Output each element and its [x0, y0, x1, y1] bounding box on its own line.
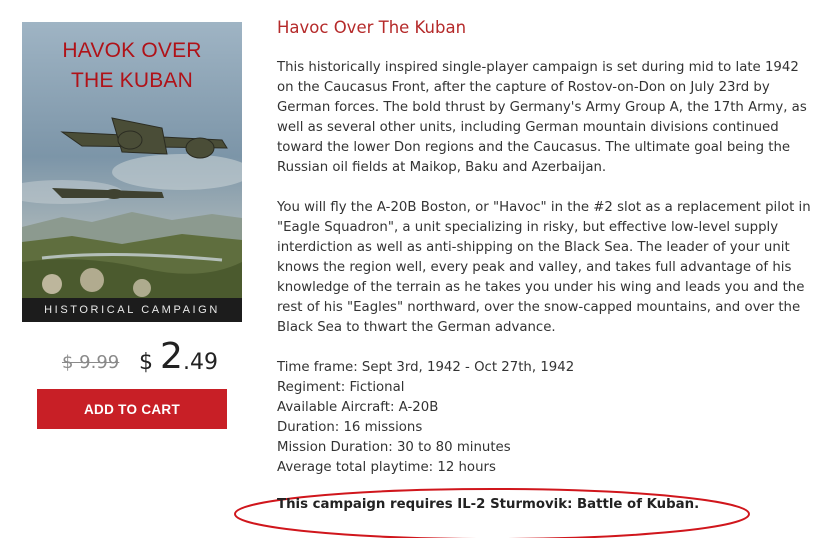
- detail-duration: Duration: 16 missions: [277, 420, 423, 435]
- cover-band: HISTORICAL CAMPAIGN: [22, 298, 242, 322]
- description-paragraph-2: You will fly the A-20B Boston, or "Havoc…: [277, 200, 811, 335]
- cover-image: HAVOK OVER THE KUBAN HISTORICAL CAMPAIGN: [22, 22, 242, 322]
- detail-mission-duration: Mission Duration: 30 to 80 minutes: [277, 440, 511, 455]
- old-price: $ 9.99: [62, 352, 120, 373]
- requirement-note: This campaign requires IL-2 Sturmovik: B…: [277, 497, 700, 512]
- cover-title: HAVOK OVER THE KUBAN: [22, 36, 242, 96]
- detail-playtime: Average total playtime: 12 hours: [277, 460, 496, 475]
- price-row: $ 9.99 $ 2 .49: [22, 336, 242, 382]
- detail-aircraft: Available Aircraft: A-20B: [277, 400, 439, 415]
- detail-time-frame: Time frame: Sept 3rd, 1942 - Oct 27th, 1…: [277, 360, 575, 375]
- cover-title-line2: THE KUBAN: [71, 69, 193, 92]
- detail-regiment: Regiment: Fictional: [277, 380, 405, 395]
- description-paragraph-1: This historically inspired single-player…: [277, 60, 807, 175]
- cover-title-line1: HAVOK OVER: [62, 39, 202, 62]
- price-decimal: .49: [183, 350, 218, 375]
- product-title: Havoc Over The Kuban: [277, 18, 467, 37]
- details-list: Time frame: Sept 3rd, 1942 - Oct 27th, 1…: [277, 358, 812, 478]
- price-currency: $: [139, 350, 153, 375]
- add-to-cart-button[interactable]: ADD TO CART: [37, 389, 227, 429]
- price-integer: 2: [160, 336, 183, 377]
